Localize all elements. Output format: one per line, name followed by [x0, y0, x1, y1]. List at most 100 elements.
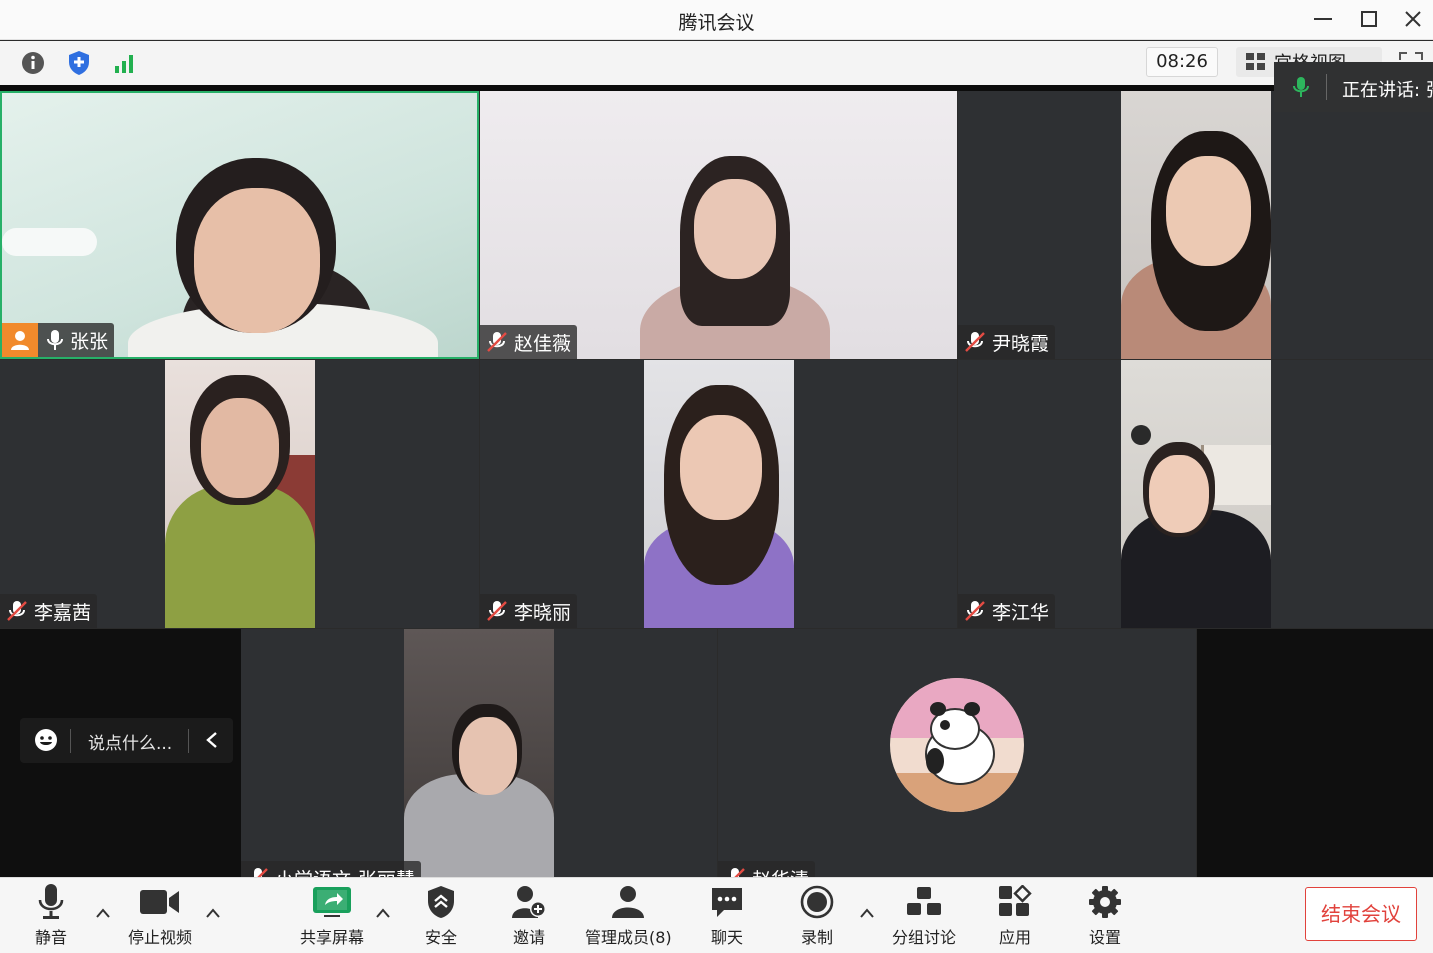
video-feed-lixiaoli — [644, 360, 794, 628]
security-status-button[interactable] — [64, 48, 94, 78]
participant-name: 赵佳薇 — [514, 332, 572, 355]
mute-button[interactable]: 静音 — [30, 884, 72, 948]
close-icon — [1405, 11, 1421, 27]
shield-icon — [69, 51, 89, 75]
mic-muted-icon — [251, 868, 268, 877]
participant-name: 李江华 — [992, 601, 1050, 624]
microphone-icon — [38, 884, 64, 919]
mute-label: 静音 — [34, 928, 67, 947]
emoji-icon — [35, 729, 57, 751]
quick-chat-bar[interactable]: 说点什么... — [20, 718, 233, 763]
speaking-indicator: 正在讲话: 张 — [1274, 62, 1433, 112]
minimize-icon — [1314, 18, 1332, 20]
host-badge — [2, 323, 38, 357]
video-camera-icon — [140, 890, 179, 914]
video-tile-2[interactable]: 赵佳薇 — [480, 91, 957, 359]
breakout-label: 分组讨论 — [892, 928, 957, 947]
chevron-left-icon[interactable] — [204, 731, 220, 749]
mute-options-caret[interactable] — [94, 904, 112, 922]
manage-members-button[interactable]: 管理成员(8) — [585, 884, 672, 948]
chevron-up-icon — [860, 908, 874, 918]
record-icon — [800, 885, 834, 919]
share-screen-icon — [313, 887, 351, 917]
video-feed-zhangzhang — [2, 93, 477, 357]
name-tag-lijiaxi: 李嘉茜 — [0, 594, 98, 628]
maximize-icon — [1361, 11, 1377, 27]
apps-button[interactable]: 应用 — [994, 884, 1036, 948]
participant-name: 李晓丽 — [514, 601, 572, 624]
name-tag-lixiaoli: 李晓丽 — [480, 594, 578, 628]
invite-button[interactable]: 邀请 — [508, 884, 550, 948]
end-meeting-button[interactable]: 结束会议 — [1305, 887, 1417, 941]
window-title: 腾讯会议 — [678, 12, 755, 34]
meeting-info-button[interactable] — [18, 48, 48, 78]
record-label: 录制 — [800, 928, 833, 947]
participant-name: 赵华清 — [752, 865, 809, 878]
video-feed-yinxiaoxia — [1121, 91, 1271, 359]
video-tile-8[interactable]: 赵华清 — [718, 629, 1196, 877]
apps-label: 应用 — [998, 928, 1031, 947]
video-tile-5[interactable]: 李晓丽 — [480, 360, 957, 628]
chat-bubble-icon — [712, 888, 742, 917]
name-tag-zhanglihui: 小学语文-张丽慧 — [241, 861, 421, 877]
invite-user-icon — [512, 886, 546, 918]
video-feed-lijiaxi — [165, 360, 315, 628]
stop-video-button[interactable]: 停止视频 — [128, 884, 192, 948]
invite-label: 邀请 — [512, 928, 545, 947]
network-status-button[interactable] — [110, 48, 140, 78]
mic-muted-icon — [965, 332, 985, 352]
chat-input[interactable]: 说点什么... — [88, 729, 172, 754]
maximize-button[interactable] — [1352, 4, 1386, 34]
record-button[interactable]: 录制 — [796, 884, 838, 948]
participant-name: 尹晓霞 — [992, 332, 1050, 355]
mic-muted-icon — [728, 868, 745, 877]
video-feed-zhaojiawei — [480, 91, 957, 359]
video-feed-lijianghua — [1121, 360, 1271, 628]
participant-name: 小学语文-张丽慧 — [275, 865, 415, 878]
chevron-up-icon — [376, 908, 390, 918]
name-tag-zhaojiawei: 赵佳薇 — [480, 325, 578, 359]
video-tile-3[interactable]: 尹晓霞 — [958, 91, 1433, 359]
mic-on-icon — [47, 330, 63, 350]
mic-muted-icon — [7, 601, 27, 621]
chat-label: 聊天 — [710, 928, 743, 947]
signal-icon — [115, 55, 133, 73]
video-tile-4[interactable]: 李嘉茜 — [0, 360, 479, 628]
video-tile-1[interactable]: 张张 — [0, 91, 479, 359]
name-tag-yinxiaoxia: 尹晓霞 — [958, 325, 1056, 359]
name-tag-zhangzhang: 张张 — [2, 323, 115, 357]
mic-muted-icon — [965, 601, 985, 621]
close-button[interactable] — [1396, 4, 1430, 34]
share-options-caret[interactable] — [374, 904, 392, 922]
chat-button[interactable]: 聊天 — [706, 884, 748, 948]
share-screen-button[interactable]: 共享屏幕 — [300, 884, 364, 948]
host-icon — [11, 331, 29, 350]
record-options-caret[interactable] — [858, 904, 876, 922]
info-bar: 08:26 宫格视图 — [0, 41, 1433, 85]
grid-icon — [1246, 53, 1265, 70]
participant-name: 李嘉茜 — [34, 601, 92, 624]
breakout-rooms-button[interactable]: 分组讨论 — [892, 884, 956, 948]
settings-button[interactable]: 设置 — [1084, 884, 1126, 948]
bottom-right-empty — [1197, 629, 1433, 877]
mic-muted-icon — [487, 332, 507, 352]
apps-icon — [999, 885, 1032, 916]
gear-icon — [1089, 886, 1121, 918]
video-tile-7[interactable]: 小学语文-张丽慧 — [241, 629, 717, 877]
members-label: 管理成员(8) — [585, 928, 672, 947]
mic-muted-icon — [487, 601, 507, 621]
title-bar: 腾讯会议 — [0, 0, 1433, 40]
bottom-toolbar: 静音 停止视频 共享屏幕 安全 邀请 管理成员(8) 聊天 录制 分组讨论 应用 — [0, 877, 1433, 953]
chevron-up-icon — [206, 908, 220, 918]
security-button[interactable]: 安全 — [420, 884, 462, 948]
security-label: 安全 — [424, 928, 457, 947]
settings-label: 设置 — [1088, 928, 1121, 947]
breakout-icon — [907, 887, 941, 915]
video-feed-zhanglihui — [404, 629, 554, 877]
name-tag-zhaohuaqing: 赵华清 — [718, 861, 816, 878]
minimize-button[interactable] — [1306, 4, 1340, 34]
video-options-caret[interactable] — [204, 904, 222, 922]
video-tile-6[interactable]: 李江华 — [958, 360, 1433, 628]
share-screen-label: 共享屏幕 — [300, 928, 365, 947]
mic-on-icon — [1293, 77, 1309, 97]
